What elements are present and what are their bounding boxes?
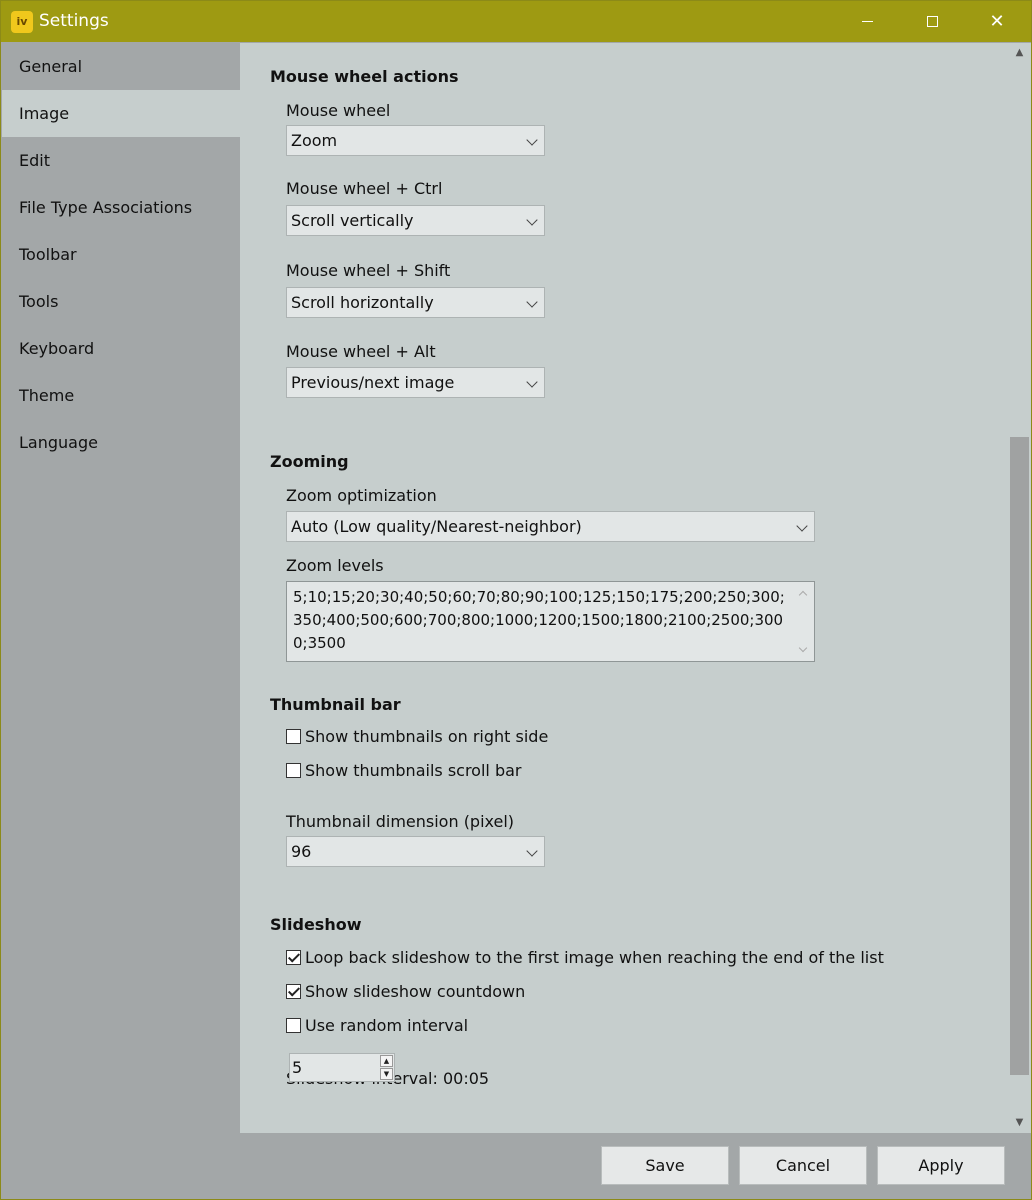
sidebar-item-general[interactable]: General: [2, 43, 240, 90]
slideshow-countdown-label: Show slideshow countdown: [305, 982, 526, 1001]
thumbnails-right-side-option[interactable]: Show thumbnails on right side: [286, 727, 548, 746]
window-title: Settings: [39, 11, 109, 31]
slideshow-random-option[interactable]: Use random interval: [286, 1016, 468, 1035]
mouse-wheel-alt-label: Mouse wheel + Alt: [286, 342, 436, 361]
content-scrollbar[interactable]: ▲ ▼: [1008, 43, 1031, 1133]
app-icon: iv: [11, 11, 33, 33]
slideshow-loop-checkbox[interactable]: [286, 950, 301, 965]
mouse-wheel-select[interactable]: Zoom: [286, 125, 545, 156]
thumbnail-dimension-value: 96: [291, 842, 312, 861]
cancel-button[interactable]: Cancel: [739, 1146, 867, 1185]
zoom-levels-textarea[interactable]: 5;10;15;20;30;40;50;60;70;80;90;100;125;…: [286, 581, 815, 662]
mouse-wheel-shift-select[interactable]: Scroll horizontally: [286, 287, 545, 318]
thumbnails-right-side-label: Show thumbnails on right side: [305, 727, 549, 746]
settings-content: Mouse wheel actions Mouse wheel Zoom Mou…: [240, 43, 1008, 1133]
settings-window: iv Settings ✕ General Image Edit File Ty…: [0, 0, 1032, 1200]
sidebar-item-tools[interactable]: Tools: [2, 278, 240, 325]
minimize-button[interactable]: [835, 1, 899, 42]
scroll-down-icon[interactable]: [798, 643, 808, 653]
mouse-wheel-ctrl-select[interactable]: Scroll vertically: [286, 205, 545, 236]
mouse-wheel-value: Zoom: [291, 131, 338, 150]
apply-button[interactable]: Apply: [877, 1146, 1005, 1185]
chevron-down-icon: [526, 134, 538, 146]
chevron-down-icon: [526, 296, 538, 308]
slideshow-interval-value: 5: [292, 1058, 303, 1077]
sidebar-item-theme[interactable]: Theme: [2, 372, 240, 419]
interval-spin-buttons: ▲ ▼: [380, 1055, 393, 1080]
mouse-wheel-label: Mouse wheel: [286, 101, 391, 120]
section-title-zooming: Zooming: [270, 452, 349, 471]
scrollbar-thumb[interactable]: [1010, 437, 1029, 1075]
mouse-wheel-ctrl-value: Scroll vertically: [291, 211, 414, 230]
mouse-wheel-alt-select[interactable]: Previous/next image: [286, 367, 545, 398]
zoom-optimization-value: Auto (Low quality/Nearest-neighbor): [291, 517, 582, 536]
mouse-wheel-shift-label: Mouse wheel + Shift: [286, 261, 451, 280]
sidebar-item-image[interactable]: Image: [2, 90, 240, 137]
thumbnails-right-side-checkbox[interactable]: [286, 729, 301, 744]
close-button[interactable]: ✕: [965, 1, 1029, 42]
scroll-up-icon[interactable]: [798, 590, 808, 600]
slideshow-loop-option[interactable]: Loop back slideshow to the first image w…: [286, 948, 884, 967]
mouse-wheel-alt-value: Previous/next image: [291, 373, 455, 392]
sidebar-item-file-type-associations[interactable]: File Type Associations: [2, 184, 240, 231]
minimize-icon: [861, 21, 873, 22]
close-icon: ✕: [989, 10, 1005, 32]
sidebar-item-edit[interactable]: Edit: [2, 137, 240, 184]
maximize-button[interactable]: [900, 1, 964, 42]
sidebar: General Image Edit File Type Association…: [2, 43, 240, 1133]
sidebar-item-toolbar[interactable]: Toolbar: [2, 231, 240, 278]
section-title-thumbnail-bar: Thumbnail bar: [270, 695, 401, 714]
slideshow-random-checkbox[interactable]: [286, 1018, 301, 1033]
chevron-down-icon: [526, 214, 538, 226]
scroll-up-arrow-icon[interactable]: ▲: [1008, 43, 1031, 63]
slideshow-random-label: Use random interval: [305, 1016, 469, 1035]
chevron-down-icon: [526, 376, 538, 388]
sidebar-item-language[interactable]: Language: [2, 419, 240, 466]
title-bar: iv Settings ✕: [1, 1, 1031, 42]
thumbnails-scroll-bar-label: Show thumbnails scroll bar: [305, 761, 522, 780]
thumbnails-scroll-bar-checkbox[interactable]: [286, 763, 301, 778]
zoom-optimization-label: Zoom optimization: [286, 486, 437, 505]
scroll-down-arrow-icon[interactable]: ▼: [1008, 1113, 1031, 1133]
zoom-levels-label: Zoom levels: [286, 556, 384, 575]
slideshow-countdown-option[interactable]: Show slideshow countdown: [286, 982, 525, 1001]
slideshow-interval-input[interactable]: 5 ▲ ▼: [289, 1053, 395, 1082]
mouse-wheel-ctrl-label: Mouse wheel + Ctrl: [286, 179, 443, 198]
decrement-icon[interactable]: ▼: [380, 1068, 393, 1080]
zoom-levels-value: 5;10;15;20;30;40;50;60;70;80;90;100;125;…: [293, 588, 785, 652]
zoom-optimization-select[interactable]: Auto (Low quality/Nearest-neighbor): [286, 511, 815, 542]
slideshow-loop-label: Loop back slideshow to the first image w…: [305, 948, 884, 967]
thumbnail-dimension-select[interactable]: 96: [286, 836, 545, 867]
mouse-wheel-shift-value: Scroll horizontally: [291, 293, 434, 312]
chevron-down-icon: [526, 845, 538, 857]
increment-icon[interactable]: ▲: [380, 1055, 393, 1067]
thumbnail-dimension-label: Thumbnail dimension (pixel): [286, 812, 515, 831]
section-title-slideshow: Slideshow: [270, 915, 362, 934]
section-title-mouse-wheel: Mouse wheel actions: [270, 67, 459, 86]
save-button[interactable]: Save: [601, 1146, 729, 1185]
maximize-icon: [926, 16, 938, 27]
slideshow-countdown-checkbox[interactable]: [286, 984, 301, 999]
thumbnails-scroll-bar-option[interactable]: Show thumbnails scroll bar: [286, 761, 521, 780]
sidebar-item-keyboard[interactable]: Keyboard: [2, 325, 240, 372]
chevron-down-icon: [796, 520, 808, 532]
